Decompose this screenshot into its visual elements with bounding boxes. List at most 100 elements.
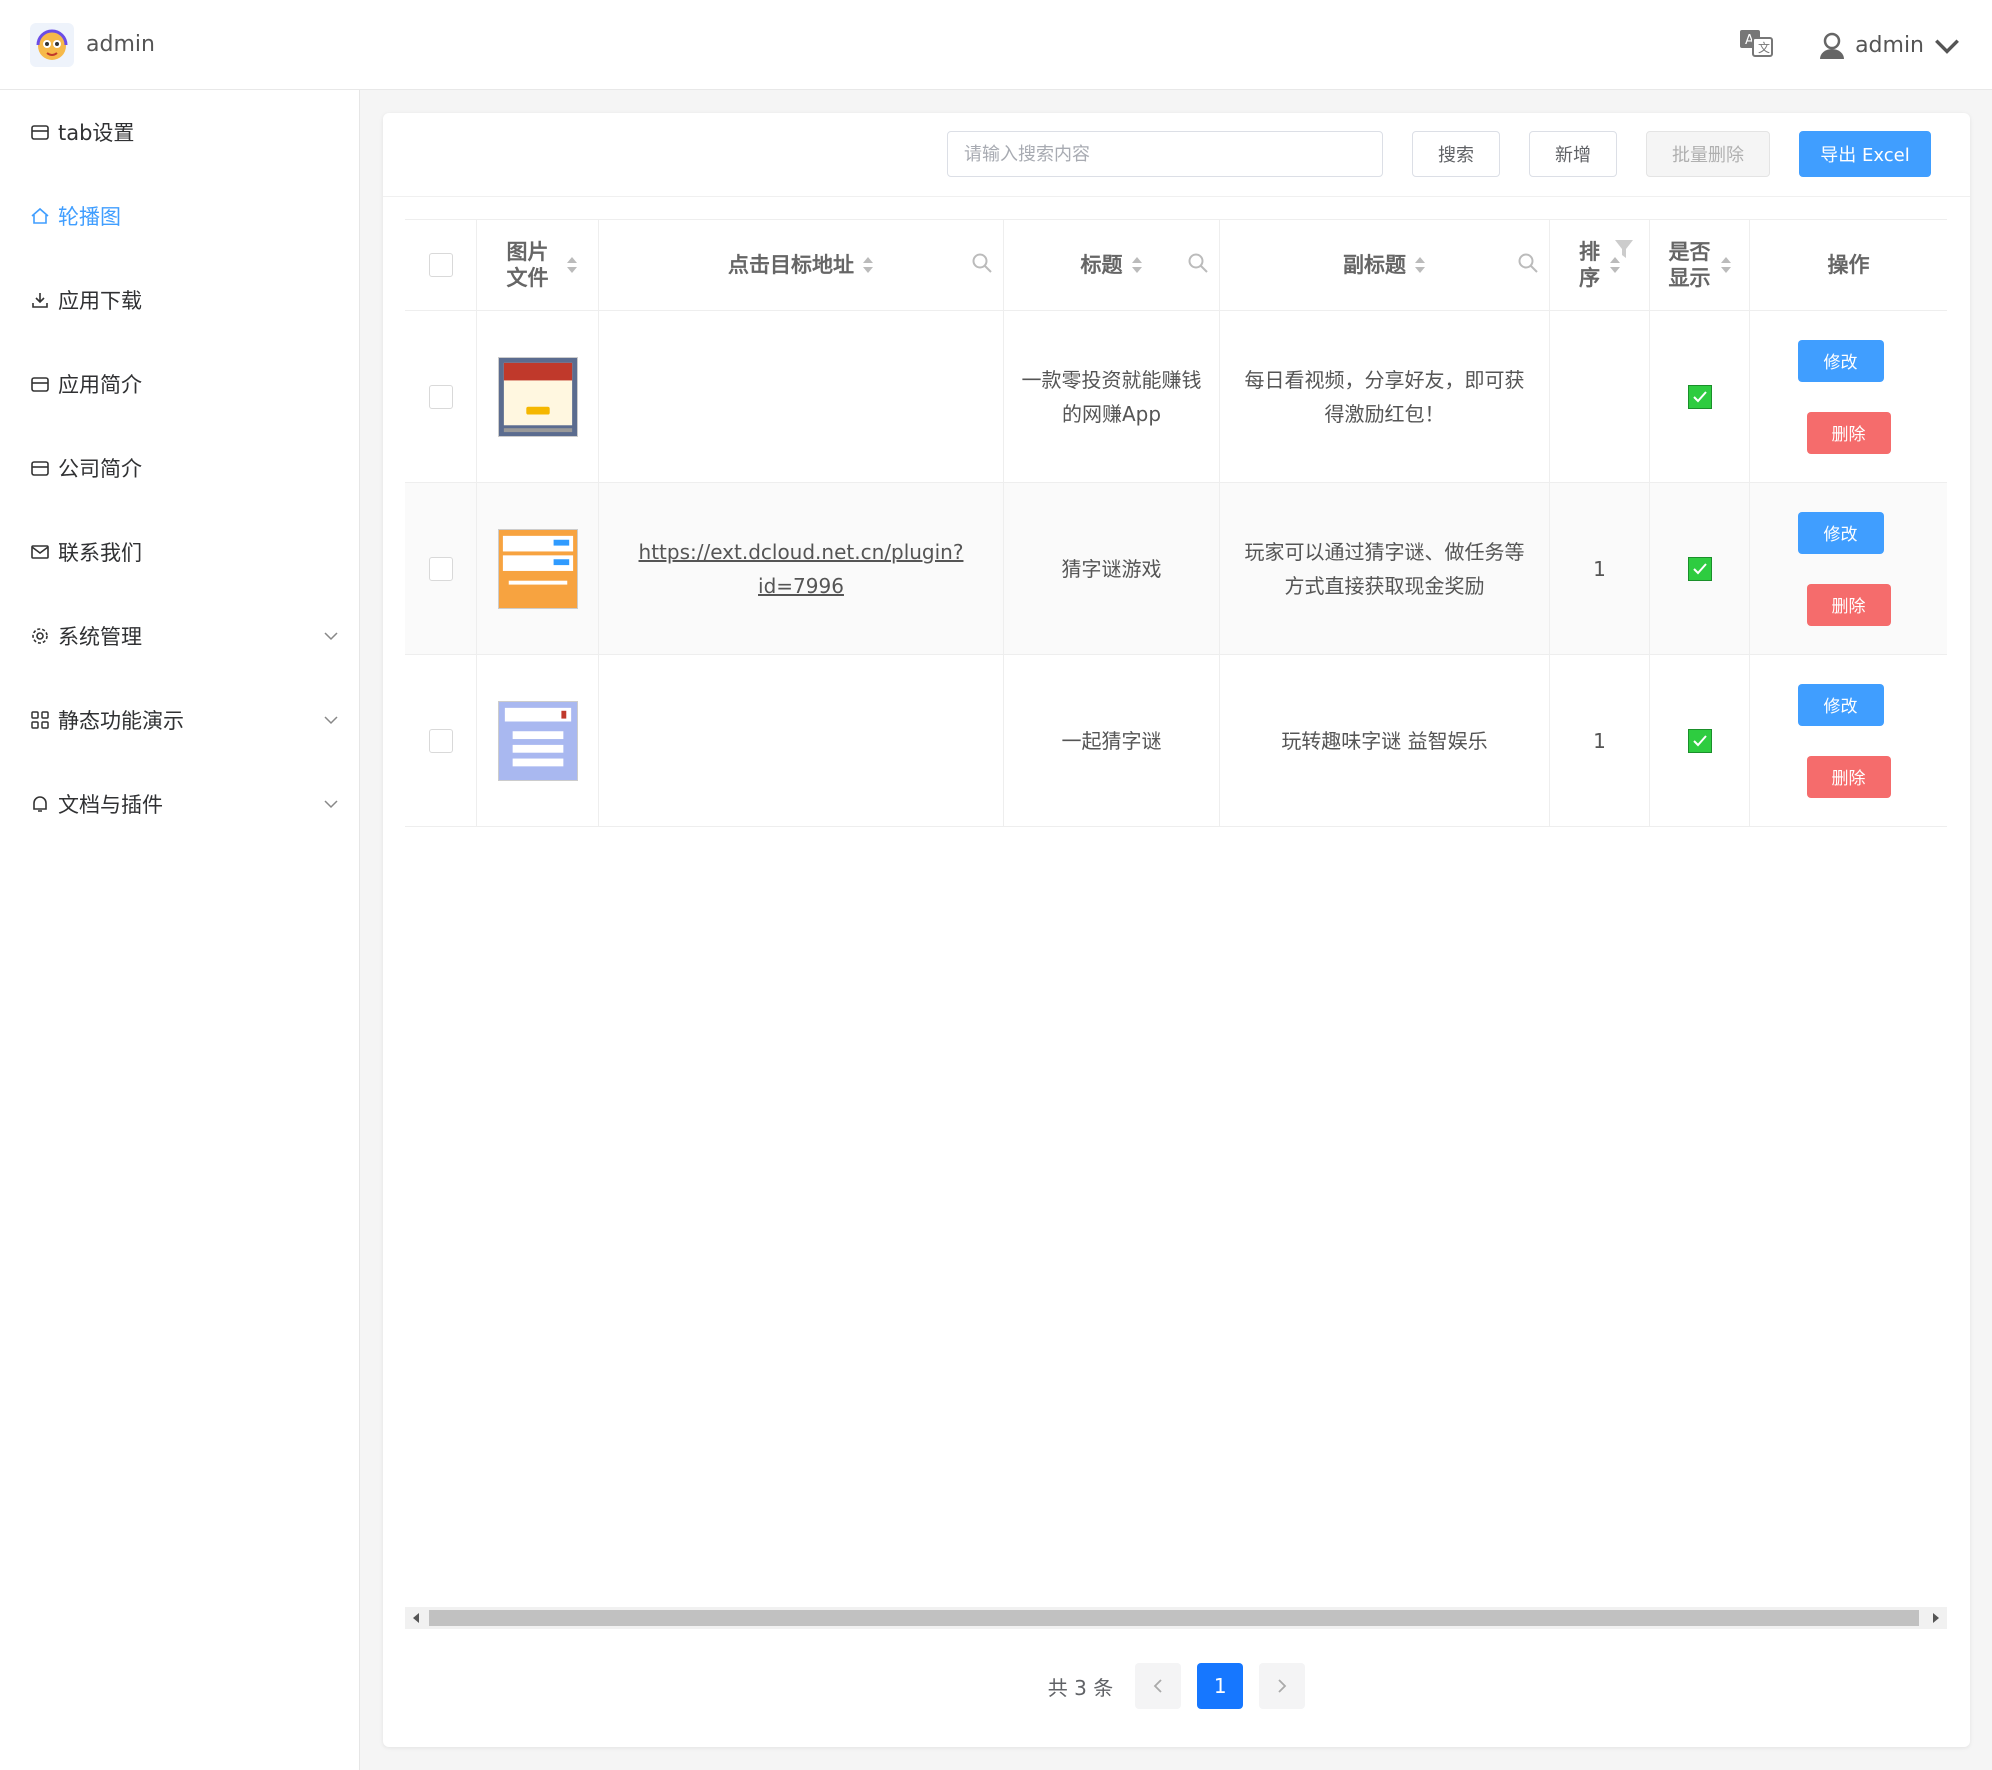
sort-icon[interactable] bbox=[1414, 254, 1426, 276]
target-url-link[interactable]: https://ext.dcloud.net.cn/plugin?id=7996 bbox=[599, 535, 1003, 603]
column-header-url[interactable]: 点击目标地址 bbox=[728, 252, 854, 278]
column-header-sort[interactable]: 排序 bbox=[1579, 239, 1601, 291]
edit-button[interactable]: 修改 bbox=[1797, 511, 1884, 554]
translate-icon[interactable]: A 文 bbox=[1739, 28, 1774, 62]
bell-icon bbox=[33, 796, 47, 812]
scrollbar-thumb[interactable] bbox=[429, 1610, 1919, 1626]
page-number-current[interactable]: 1 bbox=[1197, 1663, 1244, 1709]
table-row: 一起猜字谜 玩转趣味字谜 益智娱乐 1 修改 删除 bbox=[405, 655, 1947, 827]
row-checkbox[interactable] bbox=[428, 384, 453, 409]
sort-icon[interactable] bbox=[1720, 254, 1732, 276]
select-all-checkbox[interactable] bbox=[428, 253, 453, 277]
sidebar-item-carousel[interactable]: 轮播图 bbox=[0, 174, 359, 258]
sidebar-item-label: 应用简介 bbox=[58, 373, 142, 397]
check-icon bbox=[1692, 390, 1707, 402]
row-checkbox[interactable] bbox=[428, 728, 453, 753]
delete-button[interactable]: 删除 bbox=[1806, 755, 1891, 798]
batch-delete-button[interactable]: 批量删除 bbox=[1646, 131, 1770, 177]
row-checkbox[interactable] bbox=[428, 556, 453, 581]
sidebar-item-label: 静态功能演示 bbox=[58, 709, 184, 733]
search-icon[interactable] bbox=[971, 252, 993, 274]
sidebar-item-static-demo[interactable]: 静态功能演示 bbox=[0, 678, 359, 762]
table-row: 一款零投资就能赚钱的网赚App 每日看视频，分享好友，即可获得激励红包！ 修改 … bbox=[405, 311, 1947, 483]
sidebar-item-system-management[interactable]: 系统管理 bbox=[0, 594, 359, 678]
toolbar: 搜索 新增 批量删除 导出 Excel bbox=[383, 113, 1970, 197]
row-subtitle: 玩转趣味字谜 益智娱乐 bbox=[1281, 728, 1488, 753]
search-icon[interactable] bbox=[1517, 252, 1539, 274]
box-icon bbox=[31, 461, 49, 476]
show-checkbox-checked[interactable] bbox=[1687, 384, 1712, 409]
banner-thumbnail[interactable] bbox=[497, 356, 578, 437]
content-card: 搜索 新增 批量删除 导出 Excel 图片文件 点击目标地址 标题 副标题 bbox=[383, 113, 1970, 1747]
sidebar-item-contact-us[interactable]: 联系我们 bbox=[0, 510, 359, 594]
home-icon bbox=[31, 207, 49, 224]
show-checkbox-checked[interactable] bbox=[1687, 556, 1712, 581]
chevron-down-icon bbox=[324, 632, 338, 641]
sort-icon[interactable] bbox=[862, 254, 874, 276]
row-subtitle: 玩家可以通过猜字谜、做任务等方式直接获取现金奖励 bbox=[1244, 539, 1525, 598]
check-icon bbox=[1692, 734, 1707, 746]
search-button[interactable]: 搜索 bbox=[1412, 131, 1500, 177]
prev-page-button[interactable] bbox=[1135, 1663, 1182, 1709]
user-avatar-icon bbox=[1820, 32, 1845, 59]
horizontal-scrollbar[interactable] bbox=[405, 1607, 1947, 1629]
row-title: 一起猜字谜 bbox=[1061, 728, 1162, 753]
sidebar-item-label: 公司简介 bbox=[58, 457, 142, 481]
scroll-left-arrow-icon[interactable] bbox=[413, 1613, 419, 1623]
banner-thumbnail[interactable] bbox=[497, 700, 578, 781]
user-menu[interactable]: admin bbox=[1817, 30, 1962, 60]
sidebar-item-app-intro[interactable]: 应用简介 bbox=[0, 342, 359, 426]
chevron-left-icon bbox=[1153, 1679, 1162, 1693]
filter-icon[interactable] bbox=[1613, 238, 1635, 260]
sort-icon[interactable] bbox=[566, 254, 578, 276]
sidebar: tab设置 轮播图 应用下载 应用简介 公司简介 联系我们 系统管理 静态功能演… bbox=[0, 90, 360, 1770]
sort-icon[interactable] bbox=[1131, 254, 1143, 276]
sidebar-item-label: 轮播图 bbox=[58, 205, 121, 229]
edit-button[interactable]: 修改 bbox=[1797, 339, 1884, 382]
edit-button[interactable]: 修改 bbox=[1797, 683, 1884, 726]
row-title: 一款零投资就能赚钱的网赚App bbox=[1021, 367, 1202, 426]
delete-button[interactable]: 删除 bbox=[1806, 411, 1891, 454]
top-header: admin A 文 admin bbox=[0, 0, 1992, 90]
delete-button[interactable]: 删除 bbox=[1806, 583, 1891, 626]
pagination: 共 3 条 1 bbox=[383, 1663, 1970, 1709]
box-icon bbox=[31, 125, 49, 140]
pagination-total: 共 3 条 bbox=[1047, 1675, 1114, 1700]
data-table: 图片文件 点击目标地址 标题 副标题 排序 是否显示 操作 一款零投资就能赚钱的… bbox=[405, 219, 1947, 827]
column-header-show[interactable]: 是否显示 bbox=[1668, 239, 1712, 291]
chevron-down-icon bbox=[324, 716, 338, 725]
gear-icon bbox=[32, 628, 48, 644]
row-subtitle: 每日看视频，分享好友，即可获得激励红包！ bbox=[1244, 367, 1525, 426]
scroll-right-arrow-icon[interactable] bbox=[1933, 1613, 1939, 1623]
column-header-ops: 操作 bbox=[1827, 253, 1870, 277]
chevron-right-icon bbox=[1278, 1679, 1287, 1693]
add-button[interactable]: 新增 bbox=[1529, 131, 1617, 177]
next-page-button[interactable] bbox=[1259, 1663, 1306, 1709]
table-row: https://ext.dcloud.net.cn/plugin?id=7996… bbox=[405, 483, 1947, 655]
row-sort: 1 bbox=[1593, 728, 1606, 753]
sidebar-item-label: 应用下载 bbox=[58, 289, 142, 313]
table-header: 图片文件 点击目标地址 标题 副标题 排序 是否显示 操作 bbox=[405, 219, 1947, 311]
chevron-down-icon bbox=[1935, 39, 1959, 54]
banner-thumbnail[interactable] bbox=[497, 528, 578, 609]
row-sort: 1 bbox=[1593, 556, 1606, 581]
brand-name: admin bbox=[86, 32, 155, 57]
check-icon bbox=[1692, 562, 1707, 574]
search-icon[interactable] bbox=[1187, 252, 1209, 274]
column-header-image[interactable]: 图片文件 bbox=[498, 239, 558, 291]
export-excel-button[interactable]: 导出 Excel bbox=[1799, 131, 1931, 177]
sidebar-item-app-download[interactable]: 应用下载 bbox=[0, 258, 359, 342]
sidebar-item-company-intro[interactable]: 公司简介 bbox=[0, 426, 359, 510]
box-icon bbox=[31, 377, 49, 392]
column-header-subtitle[interactable]: 副标题 bbox=[1343, 252, 1406, 278]
download-icon bbox=[32, 293, 48, 308]
column-header-title[interactable]: 标题 bbox=[1081, 252, 1123, 278]
sidebar-item-docs-plugins[interactable]: 文档与插件 bbox=[0, 762, 359, 846]
show-checkbox-checked[interactable] bbox=[1687, 728, 1712, 753]
sidebar-item-label: tab设置 bbox=[58, 121, 135, 145]
search-input[interactable] bbox=[947, 131, 1383, 177]
sidebar-item-label: 联系我们 bbox=[58, 541, 142, 565]
mail-icon bbox=[31, 545, 49, 559]
sidebar-item-tab-settings[interactable]: tab设置 bbox=[0, 90, 359, 174]
grid-icon bbox=[31, 711, 49, 729]
